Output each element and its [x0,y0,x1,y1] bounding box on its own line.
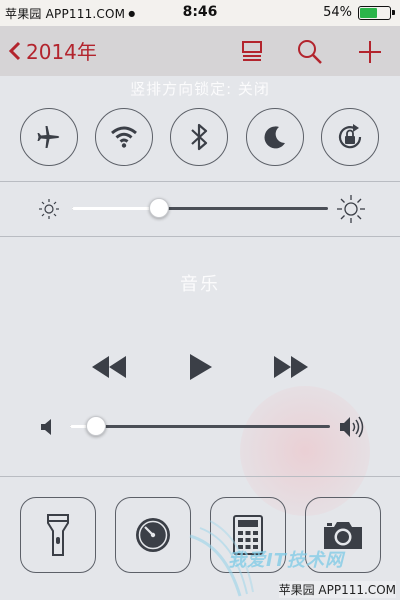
rewind-icon[interactable] [91,356,127,378]
bluetooth-toggle[interactable] [170,108,228,166]
music-title: 音乐 [180,274,220,295]
watermark-text: 苹果园 APP111.COM [278,581,396,598]
do-not-disturb-toggle[interactable] [246,108,304,166]
back-label: 2014年 [26,40,97,64]
status-bar: 苹果园 APP111.COM ● 8:46 54% [0,0,400,26]
rotation-lock-toggle[interactable] [321,108,379,166]
volume-slider[interactable] [70,425,330,428]
moon-icon [264,126,285,149]
brightness-slider-thumb[interactable] [149,198,170,218]
flashlight-icon [47,514,69,556]
battery-level [360,8,377,18]
airplane-icon [37,126,60,148]
watermark-logo-text: 我爱IT技术网 [228,550,344,571]
divider [0,476,400,477]
wifi-toggle[interactable] [95,108,153,166]
airplane-mode-toggle[interactable] [20,108,78,166]
volume-low-icon [41,419,51,435]
brightness-high-icon [337,195,365,223]
rotation-lock-icon [338,124,362,149]
timer-icon [136,518,170,552]
battery-icon [358,6,395,20]
search-icon[interactable] [297,39,323,65]
control-center: 竖排方向锁定: 关闭 音乐 我爱IT技术网 苹果园 APP111.COM [0,76,400,600]
back-button[interactable]: 2014年 [8,36,97,65]
list-icon[interactable] [240,39,264,63]
chevron-left-icon [8,41,21,60]
battery-percent: 54% [323,5,352,20]
bluetooth-icon [191,123,208,151]
add-icon[interactable] [357,39,383,65]
volume-high-icon [340,416,364,438]
fast-forward-icon[interactable] [273,356,309,378]
volume-slider-thumb[interactable] [86,416,106,436]
play-icon[interactable] [189,354,213,380]
orientation-lock-notice: 竖排方向锁定: 关闭 [130,80,270,98]
timer-button[interactable] [115,497,191,573]
nav-bar: 2014年 [0,26,400,76]
flashlight-button[interactable] [20,497,96,573]
brightness-low-icon [39,199,59,219]
wifi-icon [111,126,137,148]
brightness-slider[interactable] [72,207,328,210]
divider [0,181,400,182]
divider [0,236,400,237]
